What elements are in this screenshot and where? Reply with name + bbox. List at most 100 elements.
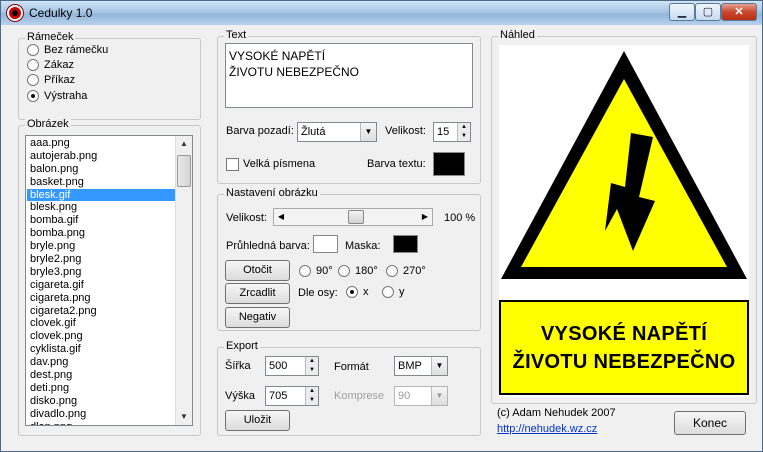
height-stepper[interactable]: 705 ▲ ▼ <box>265 386 319 406</box>
sign-line-1: VYSOKÉ NAPĚTÍ <box>540 322 708 345</box>
radio-label: 270° <box>403 265 426 277</box>
format-value: BMP <box>398 360 422 372</box>
radio-label: Výstraha <box>44 90 88 102</box>
radio-prikaz[interactable]: Příkaz <box>27 74 75 86</box>
author-link[interactable]: http://nehudek.wz.cz <box>497 423 597 435</box>
chevron-down-icon: ▼ <box>360 123 376 141</box>
height-value: 705 <box>269 390 288 402</box>
list-item[interactable]: dlan.png <box>27 421 175 425</box>
maximize-button[interactable]: ▢ <box>695 3 721 21</box>
radio-zakaz[interactable]: Zákaz <box>27 59 74 71</box>
image-size-slider[interactable]: ◀ ▶ <box>273 208 433 226</box>
list-item[interactable]: divadlo.png <box>27 408 175 421</box>
radio-rotate-180[interactable]: 180° <box>338 265 378 277</box>
image-size-label: Velikost: <box>226 212 267 224</box>
radio-axis-y[interactable]: y <box>382 286 405 298</box>
text-legend: Text <box>224 29 249 41</box>
font-size-value: 15 <box>437 126 450 138</box>
scroll-down-icon[interactable]: ▼ <box>176 409 192 425</box>
list-item[interactable]: blesk.png <box>27 201 175 214</box>
transparent-color-swatch[interactable] <box>313 235 338 253</box>
list-item[interactable]: bryle3.png <box>27 266 175 279</box>
list-item[interactable]: blesk.gif <box>27 188 175 202</box>
save-button[interactable]: Uložit <box>225 410 290 431</box>
radio-bez-ramecku[interactable]: Bez rámečku <box>27 44 108 56</box>
radio-rotate-90[interactable]: 90° <box>299 265 333 277</box>
radio-dot <box>386 265 398 277</box>
slider-thumb[interactable] <box>348 210 365 224</box>
list-item[interactable]: clovek.gif <box>27 317 175 330</box>
radio-vystraha[interactable]: Výstraha <box>27 90 87 102</box>
sign-text-input[interactable]: VYSOKÉ NAPĚTÍ ŽIVOTU NEBEZPEČNO <box>225 43 473 108</box>
minimize-button[interactable]: ▁ <box>669 3 695 21</box>
radio-label: Zákaz <box>44 59 74 71</box>
uppercase-checkbox[interactable] <box>226 158 239 171</box>
title-bar[interactable]: Cedulky 1.0 ▁ ▢ ✕ <box>1 1 762 25</box>
negative-button[interactable]: Negativ <box>225 307 290 328</box>
list-item[interactable]: disko.png <box>27 395 175 408</box>
list-item[interactable]: autojerab.png <box>27 150 175 163</box>
bg-color-label: Barva pozadí: <box>226 125 294 137</box>
list-item[interactable]: balon.png <box>27 163 175 176</box>
font-size-label: Velikost: <box>385 125 426 137</box>
list-item[interactable]: bomba.gif <box>27 214 175 227</box>
bg-color-value: Žlutá <box>301 126 326 138</box>
image-list[interactable]: aaa.png autojerab.png balon.png basket.png b… <box>27 137 175 425</box>
list-item[interactable]: deti.png <box>27 382 175 395</box>
list-item[interactable]: dest.png <box>27 369 175 382</box>
width-stepper[interactable]: 500 ▲ ▼ <box>265 356 319 376</box>
mask-color-swatch[interactable] <box>393 235 418 253</box>
list-item[interactable]: cigareta.png <box>27 292 175 305</box>
no-entry-icon <box>7 5 23 21</box>
app-window: Cedulky 1.0 ▁ ▢ ✕ Rámeček Bez rámečku Zá… <box>0 0 763 452</box>
list-item[interactable]: cigareta2.png <box>27 305 175 318</box>
radio-dot <box>27 44 39 56</box>
list-item[interactable]: bryle2.png <box>27 253 175 266</box>
copyright-text: (c) Adam Nehudek 2007 <box>497 407 616 419</box>
list-item[interactable]: aaa.png <box>27 137 175 150</box>
radio-rotate-270[interactable]: 270° <box>386 265 426 277</box>
radio-dot <box>299 265 311 277</box>
radio-dot <box>382 286 394 298</box>
spin-arrows-icon[interactable]: ▲ ▼ <box>457 123 470 141</box>
image-listbox[interactable]: aaa.png autojerab.png balon.png basket.png b… <box>25 135 193 426</box>
axis-label: Dle osy: <box>298 287 338 299</box>
close-button[interactable]: ✕ <box>721 3 757 21</box>
slider-left-icon[interactable]: ◀ <box>274 209 288 225</box>
warning-triangle-icon <box>501 51 747 279</box>
spin-arrows-icon[interactable]: ▲ ▼ <box>305 387 318 405</box>
list-item[interactable]: bomba.png <box>27 227 175 240</box>
radio-axis-x[interactable]: x <box>346 286 369 298</box>
spin-arrows-icon[interactable]: ▲ ▼ <box>305 357 318 375</box>
width-value: 500 <box>269 360 288 372</box>
radio-label: Příkaz <box>44 74 76 86</box>
list-item[interactable]: cyklista.gif <box>27 343 175 356</box>
image-legend: Obrázek <box>25 118 71 130</box>
font-size-stepper[interactable]: 15 ▲ ▼ <box>433 122 471 142</box>
bg-color-select[interactable]: Žlutá ▼ <box>297 122 377 142</box>
list-item[interactable]: basket.png <box>27 176 175 189</box>
scroll-up-icon[interactable]: ▲ <box>176 136 192 152</box>
exit-button[interactable]: Konec <box>674 411 746 435</box>
text-color-swatch[interactable] <box>433 152 465 176</box>
list-item[interactable]: clovek.png <box>27 330 175 343</box>
format-label: Formát <box>334 361 369 373</box>
list-item[interactable]: dav.png <box>27 356 175 369</box>
rotate-button[interactable]: Otočit <box>225 260 290 281</box>
list-scrollbar[interactable]: ▲ ▼ <box>175 136 192 425</box>
sign-preview: VYSOKÉ NAPĚTÍ ŽIVOTU NEBEZPEČNO <box>499 45 749 397</box>
sign-line-2: ŽIVOTU NEBEZPEČNO <box>512 350 736 373</box>
slider-right-icon[interactable]: ▶ <box>418 209 432 225</box>
radio-label: y <box>399 286 405 298</box>
text-color-label: Barva textu: <box>367 158 426 170</box>
scroll-thumb[interactable] <box>177 155 191 187</box>
preview-legend: Náhled <box>498 29 537 41</box>
compression-select[interactable]: 90 ▼ <box>394 386 448 406</box>
list-item[interactable]: cigareta.gif <box>27 279 175 292</box>
mask-label: Maska: <box>345 240 381 252</box>
width-label: Šířka <box>225 360 251 372</box>
mirror-button[interactable]: Zrcadlit <box>225 283 290 304</box>
format-select[interactable]: BMP ▼ <box>394 356 448 376</box>
list-item[interactable]: bryle.png <box>27 240 175 253</box>
radio-label: x <box>363 286 369 298</box>
